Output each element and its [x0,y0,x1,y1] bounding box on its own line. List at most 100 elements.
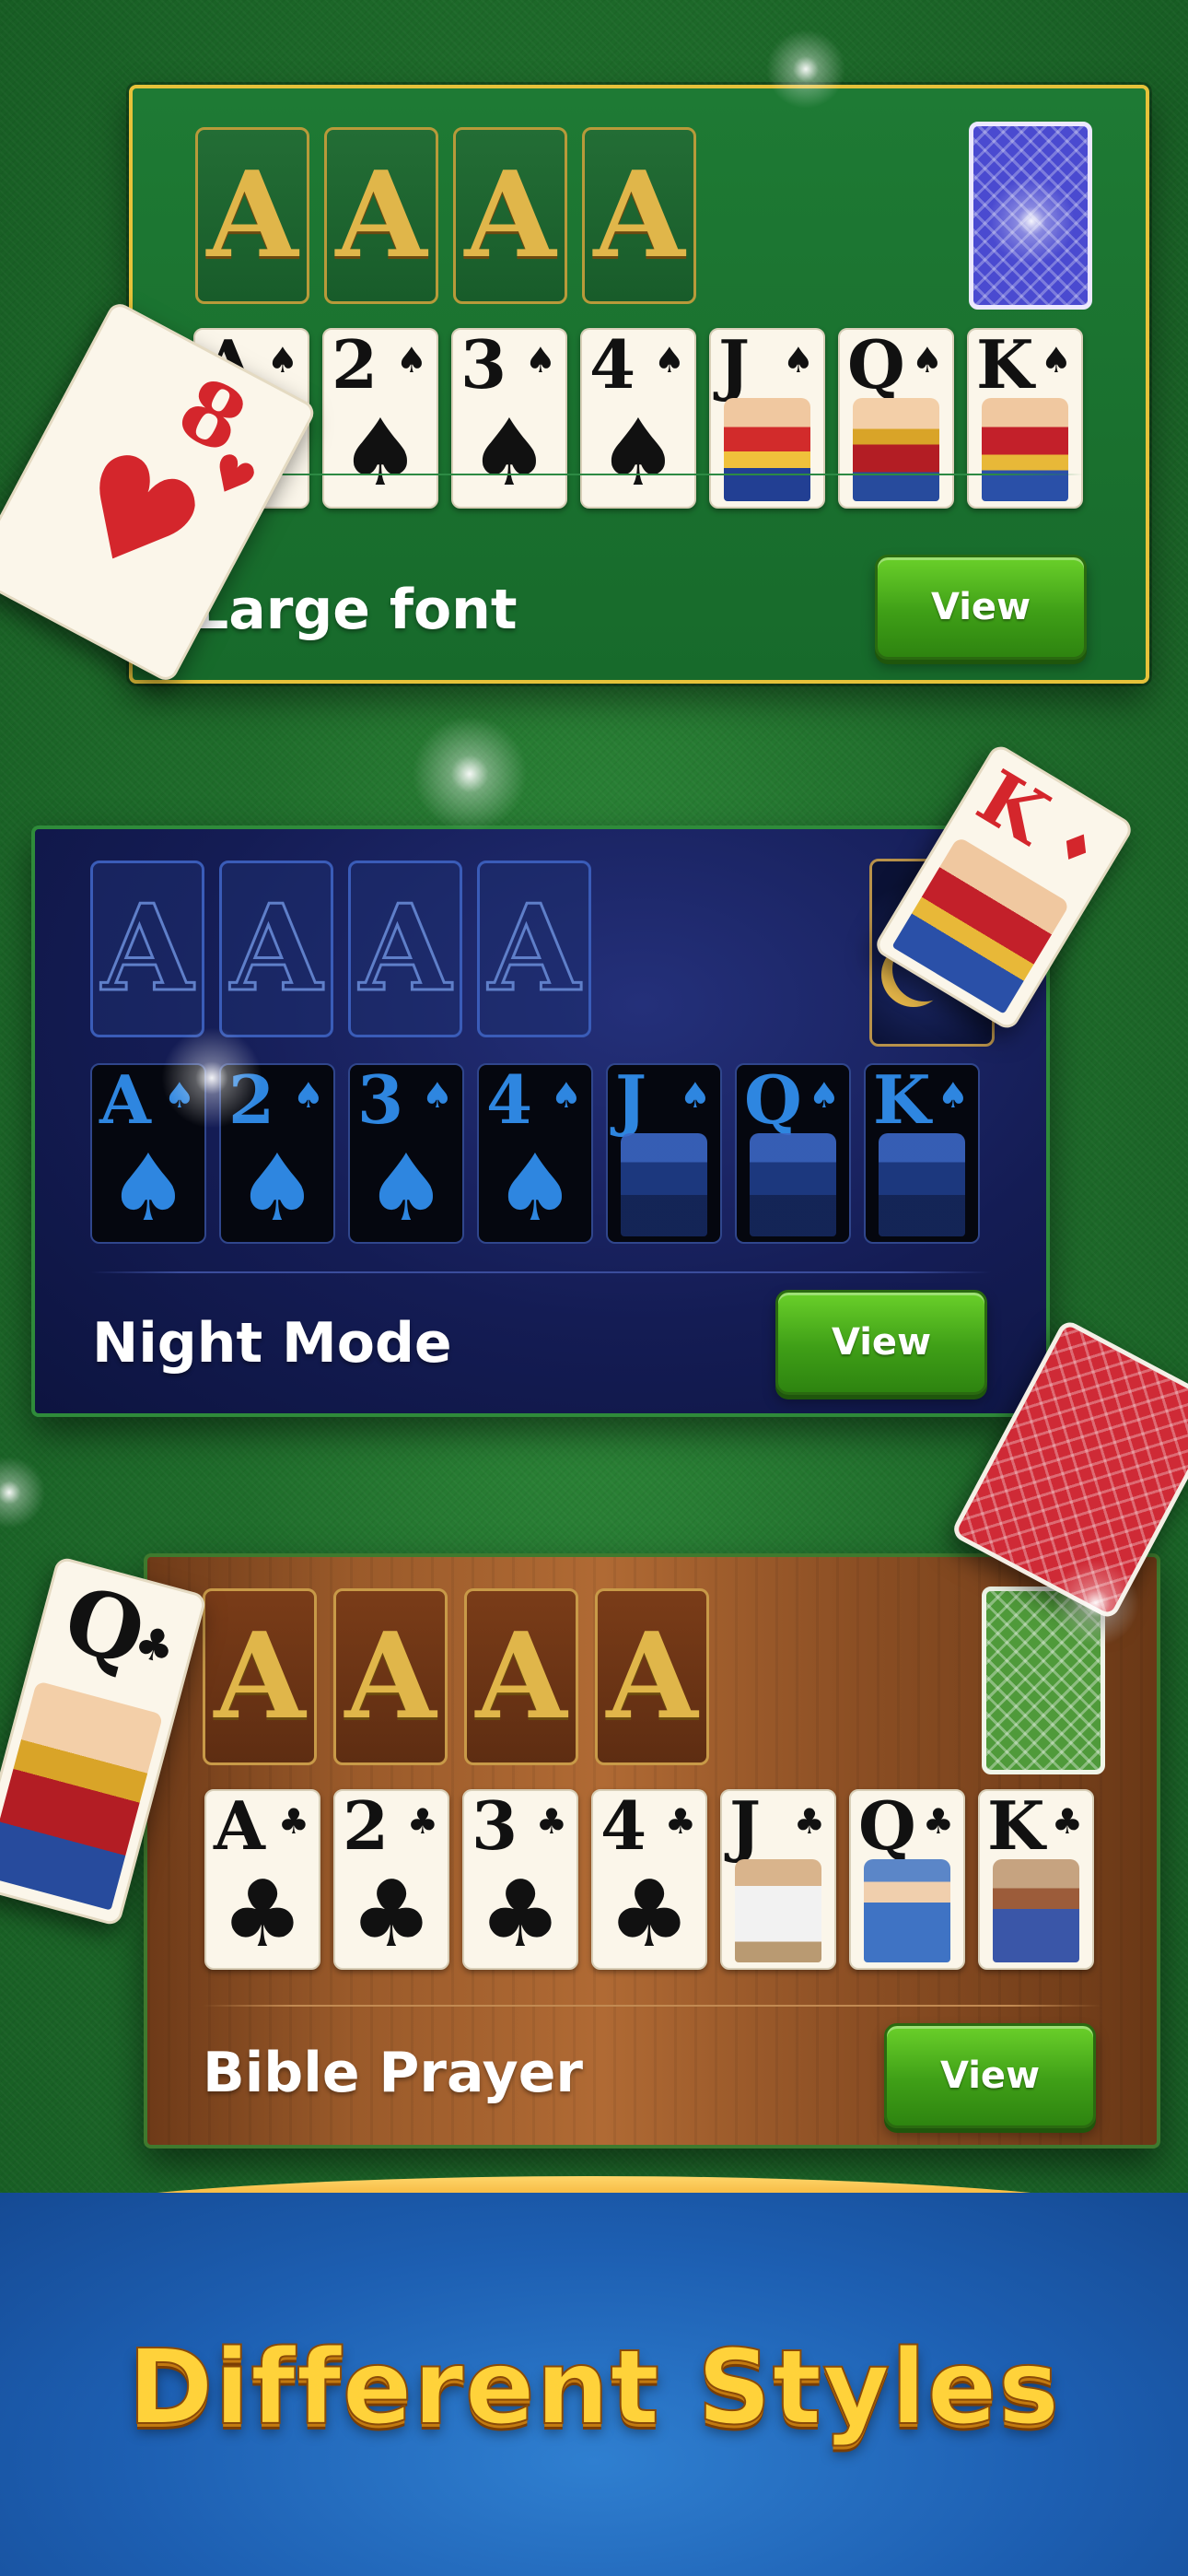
playing-card: A ♠ ♠ [90,1063,206,1244]
foundation-slot: A [203,1588,317,1765]
playing-card-jack: J ♠ [709,328,825,509]
playing-card: 3 ♠ ♠ [451,328,567,509]
playing-card: 2 ♠ ♠ [219,1063,335,1244]
card-rank: J [615,1063,647,1139]
playing-card: 4 ♠ ♠ [477,1063,593,1244]
playing-card: 2 ♣ ♣ [333,1789,449,1970]
playing-card: 4 ♣ ♣ [591,1789,707,1970]
spade-icon: ♠ [468,399,551,507]
foundation-slot: A [324,127,438,304]
club-icon: ♣ [608,1860,691,1968]
foundation-slot: A [582,127,696,304]
spade-icon: ♠ [808,1075,840,1116]
spade-icon: ♠ [524,340,556,381]
foundation-letter: A [206,146,298,285]
playing-card-queen: Q ♠ [735,1063,851,1244]
foundation-slot: A [595,1588,709,1765]
card-rank: 3 [472,1789,518,1865]
divider [90,1271,991,1273]
club-icon: ♣ [793,1801,825,1842]
foundation-slot: A [333,1588,448,1765]
spade-icon: ♠ [421,1075,453,1116]
foundation-letter: A [229,880,323,1018]
jack-portrait-icon [724,398,810,501]
club-icon: ♣ [664,1801,696,1842]
king-portrait-icon [982,398,1068,501]
foundation-letter: A [358,880,452,1018]
card-rank: 3 [357,1063,404,1139]
card-rank: K [873,1063,931,1139]
foundation-letter: A [214,1608,306,1746]
card-rank: K [976,328,1034,404]
spade-icon: ♠ [163,1075,195,1116]
spade-icon: ♠ [107,1134,190,1242]
style-title: Bible Prayer [203,2041,583,2105]
spade-icon: ♠ [653,340,685,381]
prophet-portrait-icon [993,1859,1079,1962]
stock-card-back [969,122,1092,310]
card-rank: Q [858,1789,916,1865]
foundation-letter: A [606,1608,698,1746]
headline: Different Styles [127,2328,1061,2448]
card-rank: J [729,1789,762,1865]
jack-portrait-icon [621,1133,707,1236]
card-rank: 3 [460,328,507,404]
club-icon: ♣ [479,1860,562,1968]
foundation-slot: A [219,861,333,1037]
style-title: Large font [193,578,518,642]
card-rank: Q [847,328,905,404]
club-icon: ♣ [922,1801,954,1842]
playing-card: 3 ♠ ♠ [348,1063,464,1244]
playing-card-king: K ♠ [864,1063,980,1244]
card-rank: 2 [228,1063,275,1139]
spade-icon: ♠ [679,1075,711,1116]
playing-card-jack: J ♠ [606,1063,722,1244]
foundation-letter: A [487,880,581,1018]
spade-icon: ♠ [782,340,814,381]
spade-icon: ♠ [236,1134,319,1242]
spade-icon: ♠ [365,1134,448,1242]
foundation-slot: A [453,127,567,304]
style-title: Night Mode [92,1311,452,1376]
foundation-slot: A [464,1588,578,1765]
card-rank: K [963,753,1064,861]
card-rank: 2 [332,328,379,404]
foundation-letter: A [464,146,556,285]
card-rank: A [214,1789,265,1865]
foundation-letter: A [475,1608,567,1746]
spade-icon: ♠ [937,1075,969,1116]
foundation-letter: A [593,146,685,285]
style-card-large-font[interactable]: A A A A A♠ 2♠♠ 3♠♠ 4♠♠ J♠ Q♠ K♠ Large fo… [129,85,1149,684]
diamond-icon: ♦ [1047,818,1103,878]
playing-card: 4 ♠ ♠ [580,328,696,509]
foundation-slot: A [195,127,309,304]
spade-icon: ♠ [395,340,427,381]
divider [203,2005,1101,2007]
mary-portrait-icon [864,1859,950,1962]
playing-card-king: K ♠ [967,328,1083,509]
playing-card-king: K ♣ [978,1789,1094,1970]
style-card-bible-prayer[interactable]: A A A A A ♣ ♣ 2 ♣ ♣ 3 ♣ ♣ 4 ♣ ♣ J ♣ Q ♣ K ♣ Bible P… [144,1553,1160,2149]
playing-card: 2 ♠ ♠ [322,328,438,509]
view-button-night-mode[interactable]: View [775,1290,987,1395]
queen-portrait-icon [853,398,939,501]
card-rank: 4 [486,1063,533,1139]
playing-card-queen: Q ♠ [838,328,954,509]
foundation-slot: A [348,861,462,1037]
card-rank: Q [744,1063,802,1139]
card-rank: 4 [589,328,636,404]
playing-card-jack: J ♣ [720,1789,836,1970]
spade-icon: ♠ [597,399,680,507]
divider [195,474,1083,475]
spade-icon: ♠ [339,399,422,507]
playing-card-queen: Q ♣ [849,1789,965,1970]
foundation-letter: A [344,1608,437,1746]
view-button-large-font[interactable]: View [875,555,1087,660]
club-icon: ♣ [221,1860,304,1968]
card-rank: A [99,1063,151,1139]
view-button-bible-prayer[interactable]: View [884,2023,1096,2128]
foundation-letter: A [100,880,194,1018]
club-icon: ♣ [350,1860,433,1968]
jesus-portrait-icon [735,1859,821,1962]
club-icon: ♣ [406,1801,438,1842]
